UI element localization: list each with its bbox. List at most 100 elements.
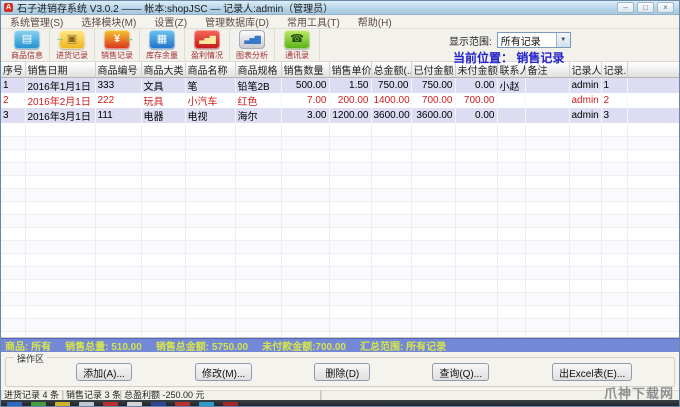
cell: 700.00 [411,93,455,108]
cell: 海尔 [235,108,281,123]
table-row[interactable] [1,279,679,292]
export-excel-button[interactable]: 出Excel表(E)... [552,363,632,381]
col-header[interactable]: 销售日期 [25,62,95,78]
table-row[interactable] [1,253,679,266]
scope-value: 所有记录 [498,33,556,48]
cell: 500.00 [281,78,329,94]
profit-status-button[interactable]: ▃▅▇ 盈利情况 [185,29,230,61]
table-row[interactable] [1,188,679,201]
table-row[interactable] [1,175,679,188]
cell: 3600.00 [411,108,455,123]
taskbar-item[interactable] [151,402,166,407]
table-row[interactable] [1,227,679,240]
cell: 750.00 [411,78,455,94]
cell: admin [569,108,601,123]
chart-analysis-button[interactable]: ▃▅▇ 图表分析 [230,29,275,61]
table-row[interactable] [1,162,679,175]
col-header[interactable]: 商品名称 [185,62,235,78]
tool-label: 通讯录 [285,50,309,61]
table-row[interactable] [1,292,679,305]
table-row[interactable] [1,136,679,149]
table-row[interactable]: 3 2016年3月1日 111 电器 电视 海尔 3.00 1200.00 36… [1,108,679,123]
inventory-stock-button[interactable]: ▦ 库存余量 [140,29,185,61]
cell: 3 [1,108,25,123]
cell: admin [569,78,601,94]
tool-label: 商品信息 [11,50,43,61]
table-row[interactable]: 2 2016年2月1日 222 玩具 小汽车 红色 7.00 200.00 14… [1,93,679,108]
summary-unpaid-amount: 未付款金额:700.00 [262,338,346,353]
col-header[interactable]: 销售数量 [281,62,329,78]
cell [497,93,525,108]
delete-button[interactable]: 删除(D) [314,363,370,381]
window-title: 石子进销存系统 V3.0.2 —— 帐本:shopJSC — 记录人:admin… [17,0,617,15]
cell: 红色 [235,93,281,108]
col-header[interactable]: 记录... [601,62,627,78]
col-header[interactable]: 商品规格 [235,62,281,78]
taskbar-item[interactable] [79,402,94,407]
purchase-records-button[interactable]: → ▣ 进货记录 [50,29,95,61]
summary-total-amount: 销售总金额: 5750.00 [156,338,248,353]
add-button[interactable]: 添加(A)... [76,363,132,381]
contacts-button[interactable]: ☎ 通讯录 [275,29,320,61]
sales-table: 序号 销售日期 商品编号 商品大类 商品名称 商品规格 销售数量 销售单价 总金… [1,62,679,338]
table-row[interactable] [1,305,679,318]
sales-records-button[interactable]: ¥ → 销售记录 [95,29,140,61]
cell: 3600.00 [371,108,411,123]
cell-filler [627,78,679,94]
taskbar-item[interactable] [7,402,22,407]
table-row[interactable] [1,318,679,331]
menu-tools[interactable]: 常用工具(T) [278,14,349,29]
col-header[interactable]: 总金额(.. [371,62,411,78]
cell: 小赵 [497,78,525,94]
arrow-in-icon: → [55,34,64,43]
table-row[interactable] [1,123,679,136]
taskbar-item[interactable] [223,402,238,407]
col-header[interactable]: 记录人 [569,62,601,78]
close-icon[interactable]: × [657,2,674,13]
taskbar-item[interactable] [127,402,142,407]
taskbar-item[interactable] [103,402,118,407]
menu-modules[interactable]: 选择模块(M) [72,14,145,29]
col-header[interactable]: 商品大类 [141,62,185,78]
table-row[interactable] [1,214,679,227]
cell: 玩具 [141,93,185,108]
col-header[interactable]: 序号 [1,62,25,78]
maximize-icon[interactable]: □ [637,2,654,13]
menu-database[interactable]: 管理数据库(D) [196,14,278,29]
product-info-button[interactable]: ▤ 商品信息 [5,29,50,61]
table-row[interactable] [1,149,679,162]
box-glyph: ▣ [67,34,77,45]
edit-button[interactable]: 修改(M)... [195,363,252,381]
table-row[interactable] [1,201,679,214]
table-row[interactable] [1,266,679,279]
taskbar-item[interactable] [55,402,70,407]
menu-settings[interactable]: 设置(Z) [145,14,196,29]
taskbar-item[interactable] [199,402,214,407]
cell [525,78,569,94]
table-row[interactable]: 1 2016年1月1日 333 文具 笔 铅笔2B 500.00 1.50 75… [1,78,679,94]
taskbar-item[interactable] [31,402,46,407]
taskbar-item[interactable] [175,402,190,407]
cell: 0.00 [455,108,497,123]
minimize-icon[interactable]: – [617,2,634,13]
cell: 铅笔2B [235,78,281,94]
table-row[interactable] [1,331,679,338]
query-button[interactable]: 查询(Q)... [432,363,489,381]
cell: 222 [95,93,141,108]
scope-label: 显示范围: [449,33,492,48]
col-header[interactable]: 商品编号 [95,62,141,78]
table-row[interactable] [1,240,679,253]
menu-help[interactable]: 帮助(H) [349,14,401,29]
col-header[interactable]: 销售单价 [329,62,371,78]
windows-taskbar[interactable] [1,400,679,407]
purchase-records-icon: → ▣ [59,30,85,49]
status-purchase-count: 进货记录 4 条 [1,390,63,400]
menu-system[interactable]: 系统管理(S) [1,14,72,29]
chevron-down-icon[interactable]: ▼ [556,33,570,47]
tool-label: 销售记录 [101,50,133,61]
col-header[interactable]: 已付金额 [411,62,455,78]
scope-dropdown[interactable]: 所有记录 ▼ [497,32,571,48]
cell: 7.00 [281,93,329,108]
cell: 小汽车 [185,93,235,108]
cell: 电器 [141,108,185,123]
